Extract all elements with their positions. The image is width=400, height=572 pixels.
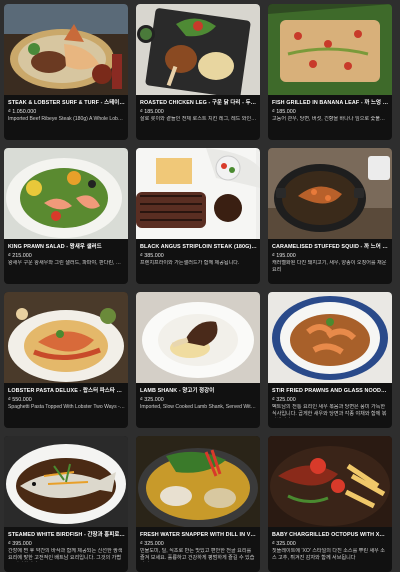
dish-price: ₫ 1.050.000 (8, 109, 37, 115)
dish-price: ₫ 215.000 (8, 253, 32, 259)
dish-photo (136, 436, 260, 527)
dish-title: CARAMELISED STUFFED SQUID - 까 느어 마이 - 캐러… (272, 244, 389, 250)
dish-title: LAMB SHANK - 양고기 정강이 (140, 388, 215, 394)
dish-description: 민물도미, 딜, 식초로 만든 맛있고 편안한 전골 요리를 즐겨 보세요. 훌… (140, 548, 255, 561)
dish-description: 캐러멜화된 다진 돼지고기, 새우, 양송이 오징어를 채운 요리 (272, 260, 387, 273)
dish-description: 간장에 찐 후 약간의 바삭과 함께 제공되는 신선한 쌍색 요리에 맞한 고전… (8, 548, 123, 561)
dish-photo (4, 436, 128, 527)
menu-item-card[interactable]: LAMB SHANK - 양고기 정강이 ₫ 325.000 Imported,… (136, 292, 260, 428)
dish-description: Spaghetti Pasta Topped With Lobster Two … (8, 404, 125, 410)
menu-item-card[interactable]: STEAK & LOBSTER SURF & TURF - 스테이크 & 랍스터… (4, 4, 128, 140)
dish-price: ₫ 395.000 (8, 541, 32, 547)
dish-price: ₫ 325.000 (272, 541, 296, 547)
dish-price: ₫ 325.000 (140, 397, 164, 403)
dish-title: STEAK & LOBSTER SURF & TURF - 스테이크 & 랍스터… (8, 100, 125, 106)
dish-price: ₫ 185.000 (272, 109, 296, 115)
menu-item-card[interactable]: BLACK ANGUS STRIPLOIN STEAK (180G) - 블랙 … (136, 148, 260, 284)
menu-item-card[interactable]: STEAMED WHITE BIRDFISH - 간장과 홍피로 찐 흰생선 ₫… (4, 436, 128, 572)
dish-title: BABY CHARGRILLED OCTOPUS WITH XO SAUCE -… (272, 532, 389, 538)
dish-title: STIR FRIED PRAWNS AND GLASS NOODLE - 새우 … (272, 388, 389, 394)
dish-photo (268, 292, 392, 383)
dish-description: 살로 롯이와 곁들인 전체 로스트 치킨 레그, 레드 와인 소스 (140, 116, 257, 122)
dish-photo (268, 436, 392, 527)
menu-item-card[interactable]: CARAMELISED STUFFED SQUID - 까 느어 마이 - 캐러… (268, 148, 392, 284)
dish-description: 벡트남의 전통 요리인 새우 볶음과 당면은 풍미 가득한 식사입니다. 곱게한… (272, 404, 387, 417)
dish-description: 프렌치프라이와 가든샐러드가 함께 제공됩니다. (140, 260, 240, 266)
dish-description: Imported, Slow Cooked Lamb Shank, Served… (140, 404, 257, 410)
menu-item-card[interactable]: LOBSTER PASTA DELUXE - 랍스터 파스타 디럭스 ₫ 550… (4, 292, 128, 428)
dish-title: FRESH WATER SNAPPER WITH DILL IN VINEGAR… (140, 532, 257, 538)
dish-photo (4, 4, 128, 95)
dish-title: LOBSTER PASTA DELUXE - 랍스터 파스타 디럭스 (8, 388, 125, 394)
dish-title: KING PRAWN SALAD - 왕새우 샐러드 (8, 244, 102, 250)
dish-title: FISH GRILLED IN BANANA LEAF - 까 느엉 라 추오이 (272, 100, 389, 106)
dish-photo (136, 148, 260, 239)
dish-price: ₫ 385.000 (140, 253, 164, 259)
dish-price: ₫ 195.000 (272, 253, 296, 259)
dish-photo (136, 4, 260, 95)
dish-price: ₫ 325.000 (140, 541, 164, 547)
dish-title: STEAMED WHITE BIRDFISH - 간장과 홍피로 찐 흰생선 (8, 532, 125, 538)
dish-title: BLACK ANGUS STRIPLOIN STEAK (180G) - 블랙 … (140, 244, 257, 250)
dish-photo (4, 292, 128, 383)
menu-item-card[interactable]: FISH GRILLED IN BANANA LEAF - 까 느엉 라 추오이… (268, 4, 392, 140)
menu-item-card[interactable]: FRESH WATER SNAPPER WITH DILL IN VINEGAR… (136, 436, 260, 572)
dish-price: ₫ 185.000 (140, 109, 164, 115)
dish-description: Imported Beef Ribeye Steak (180g) A Whol… (8, 116, 125, 122)
dish-title: ROASTED CHICKEN LEG - 구운 닭 다리 - 두이가로티 (140, 100, 257, 106)
dish-photo (268, 4, 392, 95)
menu-item-card[interactable]: STIR FRIED PRAWNS AND GLASS NOODLE - 새우 … (268, 292, 392, 428)
dish-description: 짓뜰레이트에 'XO' 스타일의 다진 소스를 뿌린 새우 소스 고추, 튀겨진… (272, 548, 385, 561)
dish-photo (4, 148, 128, 239)
dish-description: 왕새우 구운 왕새우와 그린 샐러드, 파파야, 판다린, 홍고추 드레싱 (8, 260, 125, 266)
dish-price: ₫ 550.000 (8, 397, 32, 403)
dish-price: ₫ 325.000 (272, 397, 296, 403)
dish-photo (136, 292, 260, 383)
menu-item-card[interactable]: KING PRAWN SALAD - 왕새우 샐러드 ₫ 215.000 왕새우… (4, 148, 128, 284)
dish-photo (268, 148, 392, 239)
menu-item-card[interactable]: ROASTED CHICKEN LEG - 구운 닭 다리 - 두이가로티 ₫ … (136, 4, 260, 140)
dish-description: 고등어 관우, 당면, 버섯, 긴향을 바나나 잎으로 숯불에 구운 생선 (272, 116, 389, 122)
menu-item-card[interactable]: BABY CHARGRILLED OCTOPUS WITH XO SAUCE -… (268, 436, 392, 572)
